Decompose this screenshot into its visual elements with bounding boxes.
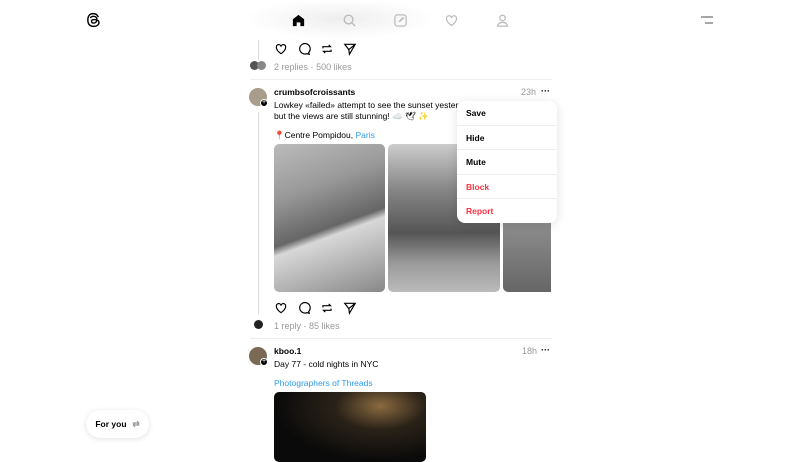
replies-count[interactable]: 2 replies xyxy=(274,62,308,72)
post-options-menu: Save Hide Mute Block Report xyxy=(457,101,557,223)
timestamp: 23h xyxy=(521,87,537,97)
more-icon[interactable]: ··· xyxy=(541,86,550,96)
follow-plus-icon[interactable]: + xyxy=(260,99,268,107)
timestamp: 18h xyxy=(522,346,538,356)
username[interactable]: crumbsofcroissants xyxy=(274,87,355,97)
post-actions xyxy=(274,42,357,58)
repost-icon[interactable] xyxy=(320,301,334,317)
menu-item-mute[interactable]: Mute xyxy=(457,150,557,175)
more-icon[interactable]: ··· xyxy=(541,345,550,355)
dot-separator: · xyxy=(303,321,307,331)
menu-item-report[interactable]: Report xyxy=(457,199,557,224)
reply-avatars xyxy=(250,61,268,70)
thread-line xyxy=(258,40,259,60)
menu-icon[interactable] xyxy=(697,10,717,30)
reply-avatar xyxy=(254,320,263,329)
repost-icon[interactable] xyxy=(320,42,334,58)
location-text: Centre Pompidou, xyxy=(284,130,356,140)
search-icon[interactable] xyxy=(339,10,359,30)
post-actions xyxy=(274,301,357,317)
thread-line xyxy=(258,112,259,314)
topic-tag[interactable]: Photographers of Threads xyxy=(274,378,373,388)
post-text-line: but the views are still stunning! ☁️ 🕊 ✨ xyxy=(274,111,429,121)
switch-icon: ⇄ xyxy=(132,418,140,429)
replies-count[interactable]: 1 reply xyxy=(274,321,301,331)
pin-icon: 📍 xyxy=(274,130,285,140)
post-photo[interactable] xyxy=(274,144,385,292)
profile-icon[interactable] xyxy=(492,10,512,30)
comment-icon[interactable] xyxy=(297,301,311,317)
location-link[interactable]: Paris xyxy=(355,130,374,140)
location: 📍Centre Pompidou, Paris xyxy=(274,130,375,141)
post-text-line: Lowkey «failed» attempt to see the sunse… xyxy=(274,100,464,110)
post-photo[interactable] xyxy=(274,392,426,462)
home-icon[interactable] xyxy=(288,10,308,30)
share-icon[interactable] xyxy=(343,42,357,58)
like-icon[interactable] xyxy=(274,301,288,317)
menu-item-save[interactable]: Save xyxy=(457,101,557,126)
compose-icon[interactable] xyxy=(390,10,410,30)
likes-count[interactable]: 500 likes xyxy=(316,62,352,72)
divider xyxy=(250,79,552,80)
dot-separator: · xyxy=(310,62,314,72)
username[interactable]: kboo.1 xyxy=(274,346,301,356)
post-text: Day 77 - cold nights in NYC xyxy=(274,359,379,369)
share-icon[interactable] xyxy=(343,301,357,317)
menu-item-block[interactable]: Block xyxy=(457,175,557,199)
feed-label: For you xyxy=(95,419,127,429)
feed-switcher-button[interactable]: For you ⇄ xyxy=(86,410,149,438)
likes-count[interactable]: 85 likes xyxy=(309,321,340,331)
divider xyxy=(250,338,552,339)
comment-icon[interactable] xyxy=(297,42,311,58)
follow-plus-icon[interactable]: + xyxy=(260,358,268,366)
menu-item-hide[interactable]: Hide xyxy=(457,126,557,150)
heart-icon[interactable] xyxy=(441,10,461,30)
top-nav xyxy=(0,0,800,40)
like-icon[interactable] xyxy=(274,42,288,58)
threads-logo-icon[interactable] xyxy=(83,10,103,30)
